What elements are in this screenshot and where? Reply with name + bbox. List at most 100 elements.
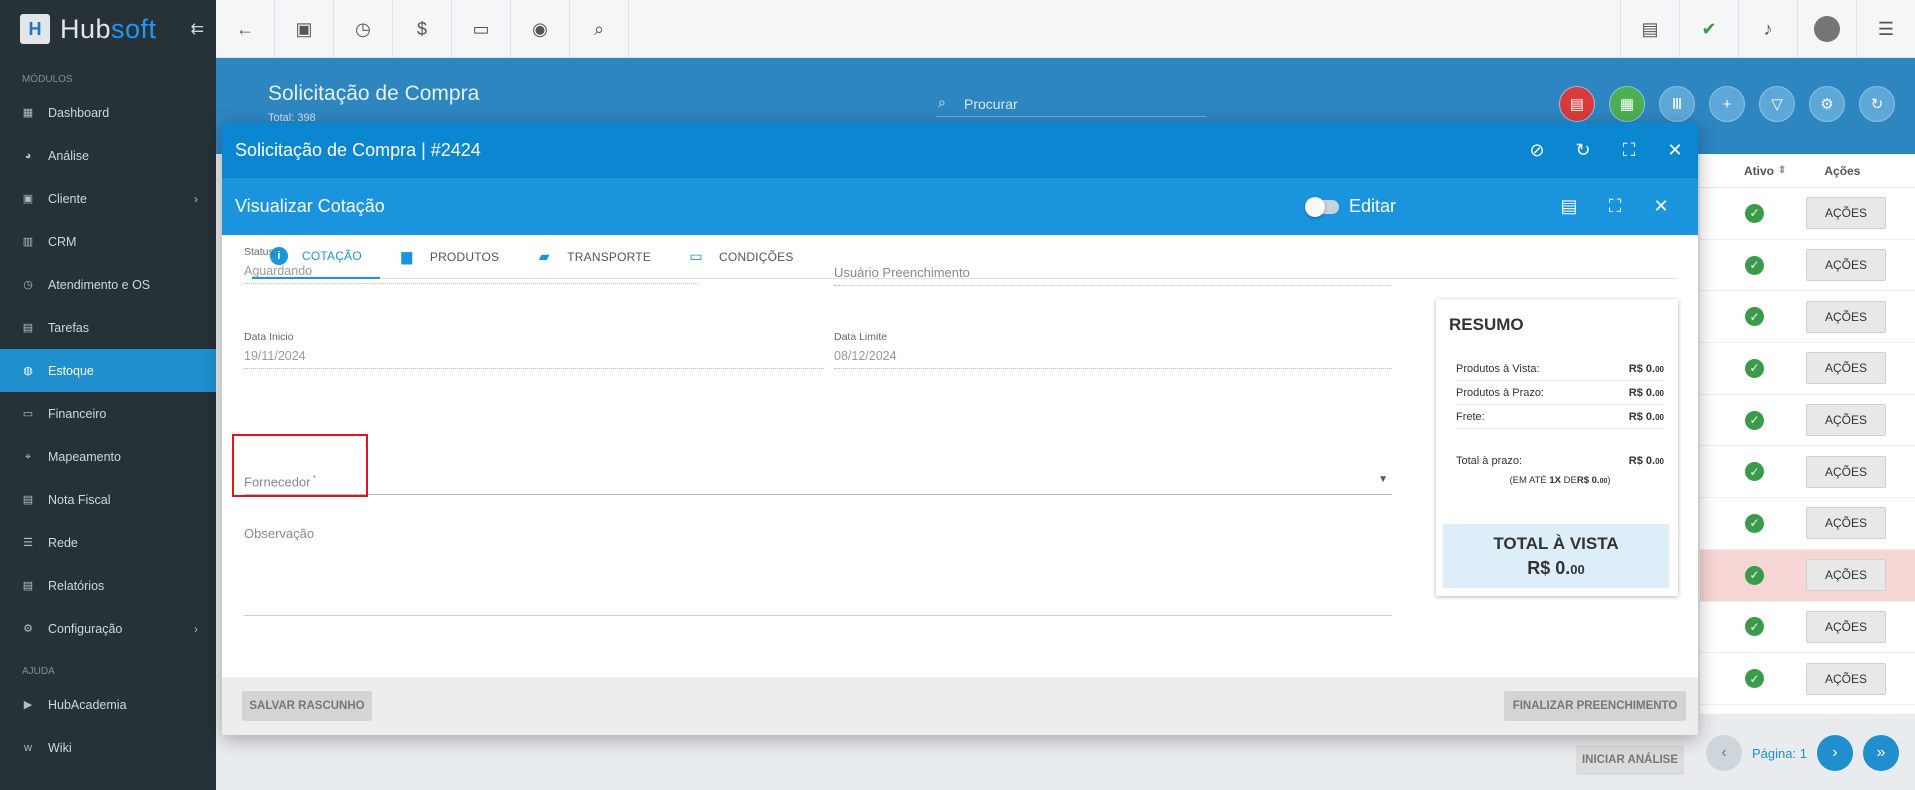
sidebar-item-financeiro[interactable]: ▭ Financeiro [0,392,216,435]
status-value: Aguardando [244,264,698,284]
column-ativo[interactable]: Ativo [1744,164,1774,178]
chevron-right-icon: › [194,191,198,206]
toggle-switch[interactable] [1305,196,1339,217]
search-input[interactable]: ⌕ Procurar [936,92,1206,117]
data-inicio-value: 19/11/2024 [244,349,824,369]
acoes-button[interactable]: AÇÕES [1806,610,1886,643]
chat-check-icon[interactable]: ✔ [1679,0,1738,58]
box-icon: ◍ [23,364,33,377]
video-icon: ▶ [23,698,33,711]
edit-toggle[interactable]: Editar [1305,196,1397,217]
sidebar-item-atendimento[interactable]: ◷ Atendimento e OS [0,263,216,306]
sidebar-item-estoque[interactable]: ◍ Estoque [0,349,216,392]
contact-card-icon[interactable]: ▣ [275,0,334,58]
dashboard-icon: ▦ [22,106,34,119]
dropdown-arrow-icon[interactable]: ▼ [1378,474,1388,485]
modal-title: Solicitação de Compra | #2424 [235,140,481,160]
acoes-button[interactable]: AÇÕES [1806,352,1886,385]
acoes-button[interactable]: AÇÕES [1806,404,1886,437]
sidebar-item-mapeamento[interactable]: ⌖ Mapeamento [0,435,216,478]
iniciar-analise-button[interactable]: INICIAR ANÁLISE [1576,745,1684,775]
collapse-sidebar-icon[interactable]: ⇇ [191,19,204,39]
salvar-rascunho-button[interactable]: SALVAR RASCUNHO [242,691,372,721]
sidebar-item-cliente[interactable]: ▣ Cliente › [0,177,216,220]
sidebar-item-nota-fiscal[interactable]: ▤ Nota Fiscal [0,478,216,521]
sidebar-item-crm[interactable]: ▥ CRM [0,220,216,263]
add-button[interactable]: + [1709,86,1745,122]
edit-toggle-label: Editar [1349,196,1397,216]
sidebar-item-configuracao[interactable]: ⚙ Configuração › [0,607,216,650]
sidebar: H Hubsoft ⇇ MÓDULOS ▦ Dashboard ◕ Análise … [0,0,216,790]
table-row: ✓ AÇÕES [1700,602,1915,654]
fullscreen-icon[interactable]: ⛶ [1604,196,1626,217]
brand[interactable]: H Hubsoft ⇇ [0,0,216,58]
close-icon[interactable]: ✕ [1650,196,1672,217]
prev-page-button[interactable]: ‹ [1706,735,1742,771]
sidebar-item-relatorios[interactable]: ▤ Relatórios [0,564,216,607]
table-row: ✓ AÇÕES [1700,446,1915,499]
table-row: ✓ AÇÕES [1700,188,1915,240]
acoes-button[interactable]: AÇÕES [1806,662,1886,695]
sidebar-item-dashboard[interactable]: ▦ Dashboard [0,91,216,134]
refresh-icon[interactable]: ↻ [1572,140,1594,161]
sidebar-item-rede[interactable]: ☰ Rede [0,521,216,564]
sidebar-item-wiki[interactable]: w Wiki [0,726,216,769]
active-check-icon: ✓ [1745,410,1764,430]
active-check-icon: ✓ [1745,462,1764,482]
sort-icon[interactable]: ⇕ [1778,165,1786,176]
terminal-icon[interactable]: ▭ [452,0,511,58]
user-avatar[interactable] [1797,0,1856,58]
active-check-icon: ✓ [1745,617,1764,637]
wiki-icon: w [24,741,32,754]
board-icon: ▥ [22,235,34,248]
back-arrow-icon[interactable]: ← [216,0,275,58]
menu-list-icon[interactable]: ☰ [1856,0,1915,58]
export-pdf-button[interactable]: ▤ [1559,86,1595,122]
table-row: ✓ AÇÕES [1700,291,1915,344]
table-row: ✓ AÇÕES [1700,498,1915,550]
observacao-textarea[interactable]: Observação [244,526,1392,616]
finalizar-preenchimento-button[interactable]: FINALIZAR PREENCHIMENTO [1504,691,1686,721]
acoes-button[interactable]: AÇÕES [1806,455,1886,488]
acoes-button[interactable]: AÇÕES [1806,507,1886,540]
search-icon: ⌕ [938,94,946,110]
active-check-icon: ✓ [1745,565,1764,585]
total-vista-box: TOTAL À VISTA R$ 0.00 [1443,524,1669,588]
acoes-button[interactable]: AÇÕES [1806,249,1886,282]
next-page-button[interactable]: › [1816,735,1853,771]
sidebar-item-tarefas[interactable]: ▤ Tarefas [0,306,216,349]
eye-icon[interactable]: ◉ [511,0,570,58]
acoes-button[interactable]: AÇÕES [1806,559,1886,592]
close-icon[interactable]: ✕ [1664,140,1686,161]
filter-button[interactable]: ▽ [1759,86,1795,122]
search-icon[interactable]: ⌕ [570,0,629,58]
active-check-icon: ✓ [1745,307,1764,327]
modal-header: Solicitação de Compra | #2424 ⊘ ↻ ⛶ ✕ [222,123,1698,178]
section-modules: MÓDULOS [22,74,73,85]
pdf-file-icon[interactable]: ▤ [1620,0,1679,58]
fornecedor-select[interactable]: Fornecedor * ▼ [244,474,1392,496]
last-page-button[interactable]: » [1862,735,1899,771]
settings-button[interactable]: ⚙ [1809,86,1845,122]
pdf-icon[interactable]: ▤ [1558,196,1580,217]
data-limite-value: 08/12/2024 [834,349,1392,369]
dollar-icon[interactable]: $ [393,0,452,58]
sidebar-item-hubacademia[interactable]: ▶ HubAcademia [0,683,216,726]
modal-solicitacao: Solicitação de Compra | #2424 ⊘ ↻ ⛶ ✕ Vi… [222,123,1698,735]
bell-icon[interactable]: ♪ [1738,0,1797,58]
acoes-button[interactable]: AÇÕES [1806,300,1886,333]
attachment-icon[interactable]: ⊘ [1526,140,1548,161]
refresh-button[interactable]: ↻ [1859,86,1895,122]
sidebar-item-analise[interactable]: ◕ Análise [0,134,216,177]
data-limite-label: Data Limite [834,331,888,343]
calendar-clock-icon[interactable]: ◷ [334,0,393,58]
acoes-button[interactable]: AÇÕES [1806,197,1886,230]
page-label: Página: 1 [1752,745,1807,761]
columns-button[interactable]: Ⅲ [1659,86,1695,122]
export-excel-button[interactable]: ▦ [1609,86,1645,122]
active-check-icon: ✓ [1745,513,1764,533]
inner-title: Visualizar Cotação [235,196,385,216]
fullscreen-icon[interactable]: ⛶ [1618,140,1640,161]
avatar [1814,16,1840,42]
modal-footer: SALVAR RASCUNHO FINALIZAR PREENCHIMENTO [222,677,1698,735]
